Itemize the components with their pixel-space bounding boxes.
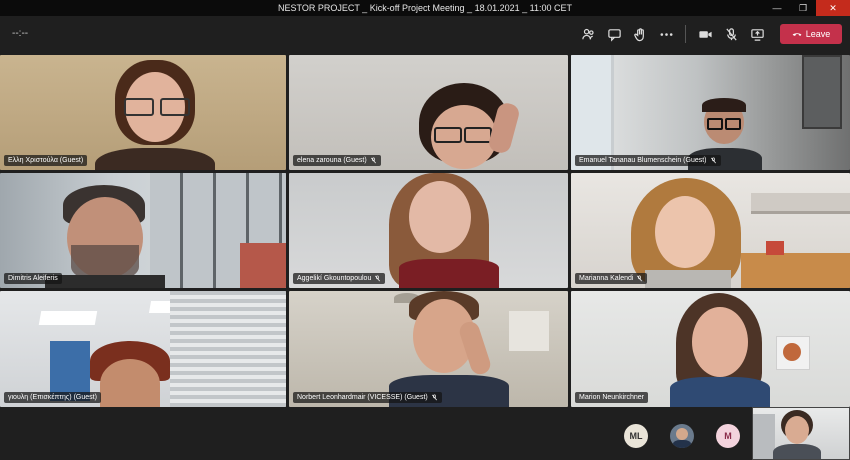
window-in-background (571, 55, 614, 170)
participant-video (90, 341, 170, 407)
leave-button[interactable]: Leave (780, 24, 842, 44)
people-icon (581, 28, 594, 39)
shelf-in-background (509, 311, 549, 351)
video-tile[interactable]: Norbert Leonhardmair (VICESSE) (Guest) (289, 291, 568, 407)
participant-video (95, 60, 215, 170)
shelf-in-background (751, 193, 850, 214)
shelf-in-background (753, 414, 775, 459)
mic-off-icon (725, 27, 737, 41)
share-screen-icon (750, 28, 764, 41)
restore-icon[interactable]: ❐ (790, 0, 816, 16)
phone-hangup-icon (792, 33, 802, 36)
overflow-participants-bar: ML M (0, 407, 850, 460)
participant-name-tag: Dimitris Aleiferis (4, 273, 62, 284)
more-icon (660, 32, 672, 36)
close-icon[interactable]: ✕ (816, 0, 850, 16)
self-view-video[interactable] (752, 407, 850, 460)
mic-off-icon (710, 157, 716, 164)
participant-video (389, 291, 509, 407)
chat-icon (607, 28, 621, 42)
red-object (766, 241, 784, 255)
avatar[interactable]: M (716, 424, 740, 448)
camera-icon (698, 30, 712, 38)
participant-video (379, 173, 509, 288)
chat-button[interactable] (601, 21, 627, 47)
self-video-person (773, 410, 821, 459)
video-tile[interactable]: Marianna Kalendi (571, 173, 850, 288)
meeting-timer: --:-- (12, 28, 29, 39)
participant-name-tag: Marianna Kalendi (575, 273, 648, 284)
microphone-button[interactable] (718, 21, 744, 47)
wall-picture (802, 55, 842, 129)
participant-video (409, 83, 529, 170)
video-tile[interactable]: Emanuel Tananau Blumenschein (Guest) (571, 55, 850, 170)
camera-button[interactable] (692, 21, 718, 47)
window-controls: — ❐ ✕ (764, 0, 850, 16)
desk-in-background (741, 253, 850, 288)
more-actions-button[interactable] (653, 21, 679, 47)
toolbar-divider (685, 25, 686, 43)
avatar[interactable] (670, 424, 694, 448)
ceiling-lights (38, 311, 98, 325)
participant-video (670, 293, 770, 407)
mic-off-icon (370, 157, 376, 164)
participant-name-tag: elena zarouna (Guest) (293, 155, 381, 166)
video-grid: Ελλη Χριστούλα (Guest) elena zarouna (Gu… (0, 55, 850, 407)
meeting-controls: Leave (575, 21, 842, 47)
window-title: NESTOR PROJECT _ Kick-off Project Meetin… (278, 3, 572, 13)
participant-name-tag: Emanuel Tananau Blumenschein (Guest) (575, 155, 721, 166)
mic-off-icon (637, 275, 643, 282)
video-tile[interactable]: γιουλη (Επισκέπτης) (Guest) (0, 291, 286, 407)
meeting-toolbar: --:-- Leave (0, 16, 850, 52)
participant-name-tag: Marion Neunkirchner (575, 392, 648, 403)
raise-hand-button[interactable] (627, 21, 653, 47)
participant-name-tag: Ελλη Χριστούλα (Guest) (4, 155, 88, 166)
participants-button[interactable] (575, 21, 601, 47)
avatar-photo-body (673, 440, 691, 448)
participant-name-tag: γιουλη (Επισκέπτης) (Guest) (4, 392, 101, 403)
window-blinds (170, 291, 286, 407)
avatar[interactable]: ML (624, 424, 648, 448)
video-tile[interactable]: Marion Neunkirchner (571, 291, 850, 407)
participant-video (631, 178, 741, 288)
video-tile[interactable]: Dimitris Aleiferis (0, 173, 286, 288)
mic-off-icon (431, 394, 437, 401)
video-tile[interactable]: Ελλη Χριστούλα (Guest) (0, 55, 286, 170)
red-building (240, 243, 286, 288)
video-tile[interactable]: elena zarouna (Guest) (289, 55, 568, 170)
video-tile[interactable]: Aggelikí Gkountopoulou (289, 173, 568, 288)
avatar-photo (676, 428, 688, 440)
participant-video (45, 185, 165, 288)
wall-picture-circle (783, 343, 801, 361)
share-screen-button[interactable] (744, 21, 770, 47)
participant-name-tag: Norbert Leonhardmair (VICESSE) (Guest) (293, 392, 442, 403)
title-bar: NESTOR PROJECT _ Kick-off Project Meetin… (0, 0, 850, 16)
minimize-icon[interactable]: — (764, 0, 790, 16)
hand-icon (633, 27, 644, 41)
leave-label: Leave (805, 29, 831, 39)
mic-off-icon (375, 275, 381, 282)
participant-name-tag: Aggelikí Gkountopoulou (293, 273, 386, 284)
